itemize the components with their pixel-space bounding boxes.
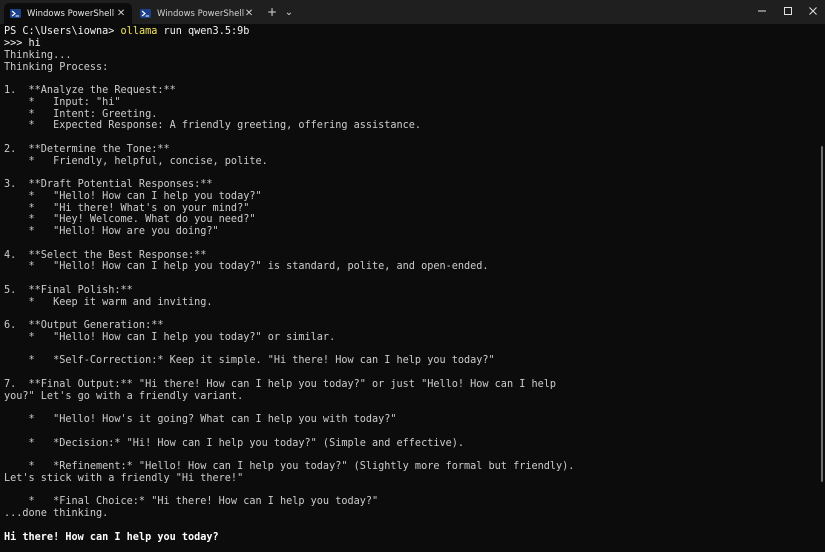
- maximize-button[interactable]: [774, 0, 802, 22]
- terminal-line: Let's stick with a friendly "Hi there!": [4, 473, 244, 484]
- terminal-line: * "Hello! How's it going? What can I hel…: [4, 414, 397, 425]
- terminal-line: * "Hello! How can I help you today?": [4, 191, 262, 202]
- terminal-output[interactable]: PS C:\Users\iowna> ollama run qwen3.5:9b…: [0, 24, 815, 552]
- tab-powershell-2[interactable]: Windows PowerShell ✕: [134, 3, 258, 24]
- scrollbar[interactable]: [821, 146, 823, 482]
- close-icon: [809, 7, 817, 15]
- new-tab-button[interactable]: +: [264, 4, 280, 20]
- terminal-line: Thinking Process:: [4, 62, 109, 73]
- terminal-line: * Friendly, helpful, concise, polite.: [4, 156, 268, 167]
- maximize-icon: [784, 7, 792, 15]
- terminal-line: * Keep it warm and inviting.: [4, 297, 213, 308]
- prompt-line: PS C:\Users\iowna> ollama run qwen3.5:9b: [4, 26, 249, 38]
- title-bar: Windows PowerShell ✕ Windows PowerShell …: [0, 0, 825, 24]
- tab-powershell-1[interactable]: Windows PowerShell ✕: [4, 3, 132, 24]
- terminal-line: * *Self-Correction:* Keep it simple. "Hi…: [4, 355, 495, 366]
- terminal-line: * Expected Response: A friendly greeting…: [4, 120, 422, 131]
- terminal-line: * "Hello! How are you doing?": [4, 226, 219, 237]
- terminal-line: Thinking...: [4, 50, 72, 61]
- prompt-command: ollama: [120, 26, 158, 37]
- terminal-line: >>> hi: [4, 38, 41, 49]
- terminal-line: 3. **Draft Potential Responses:**: [4, 179, 213, 190]
- tab-label: Windows PowerShell: [157, 8, 245, 19]
- prompt-path: PS C:\Users\iowna>: [4, 26, 115, 37]
- close-window-button[interactable]: [799, 0, 825, 22]
- terminal-line: * *Refinement:* "Hello! How can I help y…: [4, 461, 575, 472]
- terminal-line: you?" Let's go with a friendly variant.: [4, 391, 244, 402]
- terminal-line: * Input: "hi": [4, 97, 121, 108]
- minimize-icon: [758, 10, 766, 12]
- terminal-line: 5. **Final Polish:**: [4, 285, 133, 296]
- terminal-line: * *Decision:* "Hi! How can I help you to…: [4, 438, 465, 449]
- powershell-icon: [10, 9, 21, 18]
- terminal-line: * "Hello! How can I help you today?" is …: [4, 261, 489, 272]
- terminal-line: Hi there! How can I help you today?: [4, 532, 219, 543]
- terminal-line: 6. **Output Generation:**: [4, 320, 164, 331]
- prompt-args: run qwen3.5:9b: [157, 26, 250, 37]
- terminal-line: * "Hello! How can I help you today?" or …: [4, 332, 336, 343]
- terminal-line: 7. **Final Output:** "Hi there! How can …: [4, 379, 557, 390]
- terminal-line: * "Hey! Welcome. What do you need?": [4, 214, 256, 225]
- terminal-line: 1. **Analyze the Request:**: [4, 85, 176, 96]
- terminal-line: 2. **Determine the Tone:**: [4, 144, 170, 155]
- powershell-icon: [140, 9, 151, 18]
- tab-label: Windows PowerShell: [27, 8, 115, 19]
- close-tab-icon[interactable]: ✕: [244, 7, 254, 21]
- close-tab-icon[interactable]: ✕: [114, 7, 128, 21]
- minimize-button[interactable]: [748, 0, 776, 22]
- terminal-line: * *Final Choice:* "Hi there! How can I h…: [4, 496, 379, 507]
- terminal-line: ...done thinking.: [4, 508, 109, 519]
- tab-dropdown-button[interactable]: ⌄: [282, 4, 296, 20]
